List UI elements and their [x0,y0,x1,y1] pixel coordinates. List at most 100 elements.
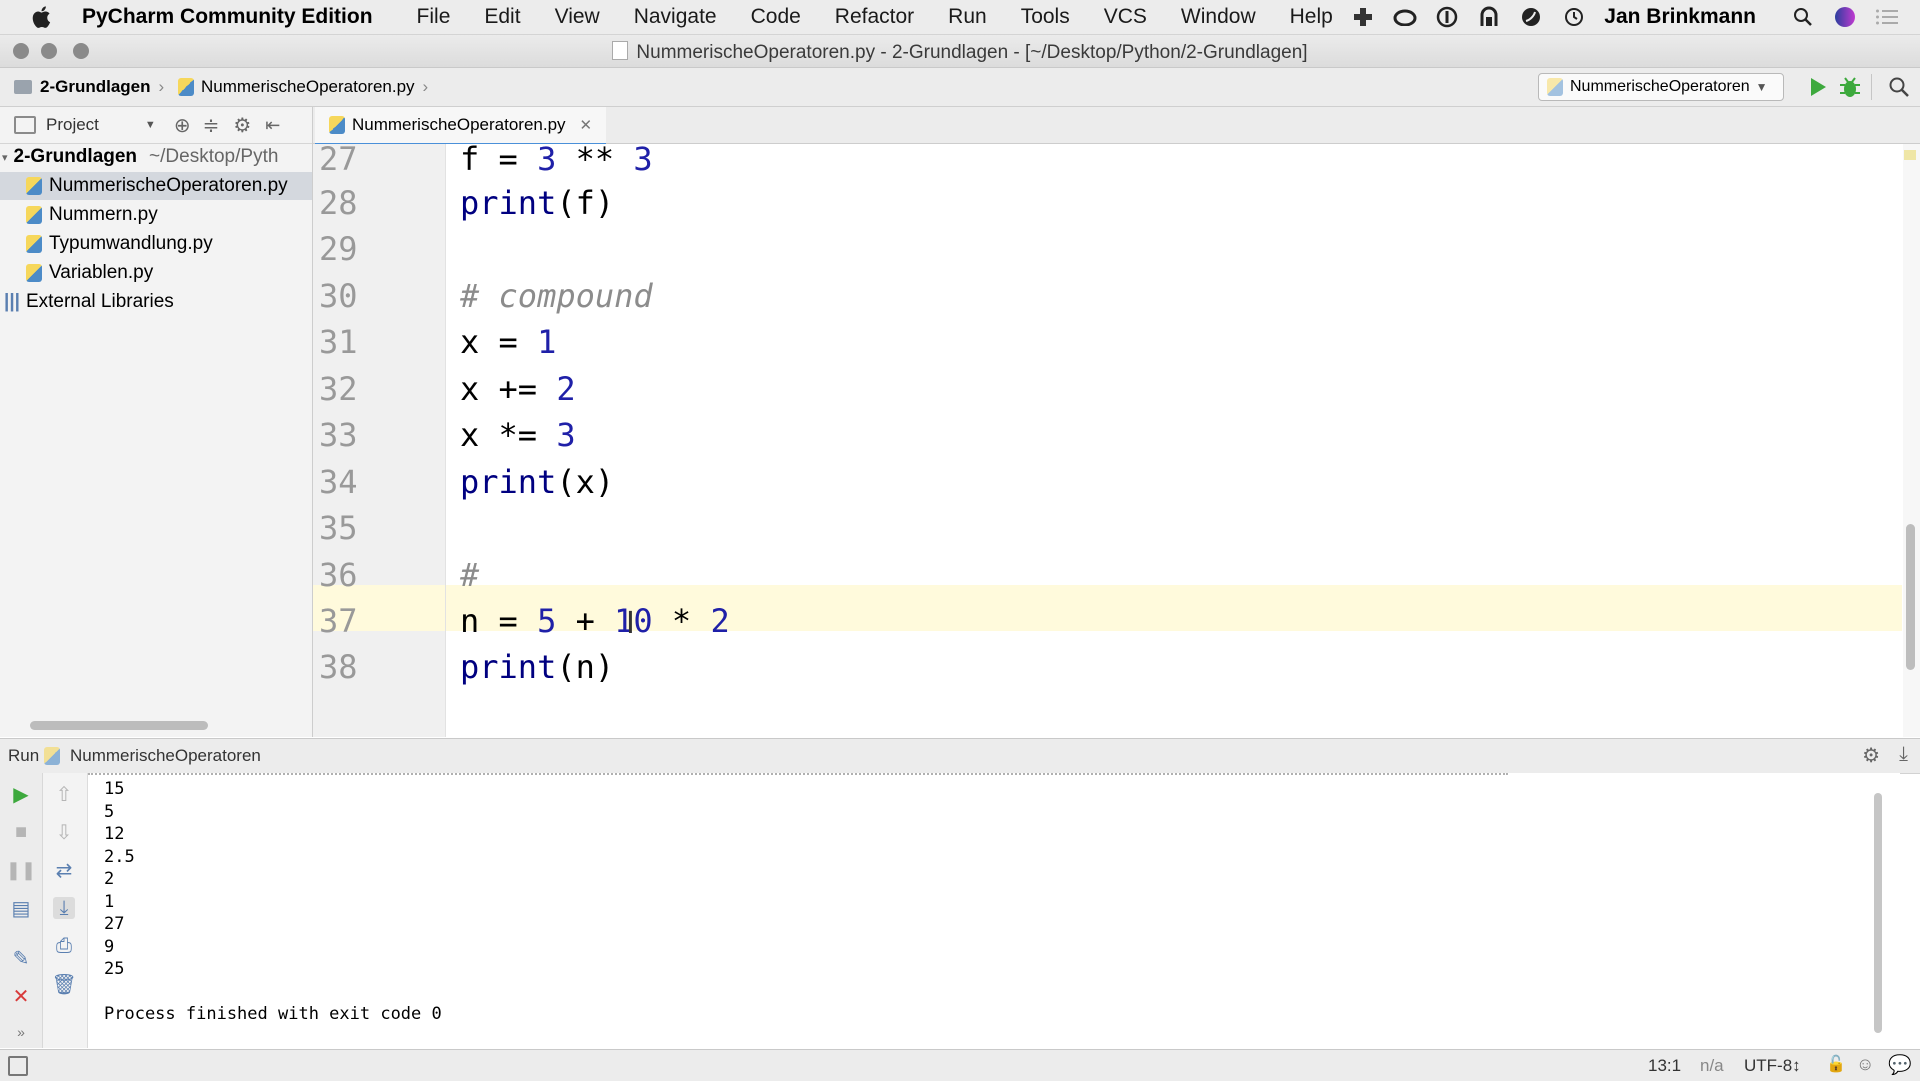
menu-navigate[interactable]: Navigate [634,5,717,29]
navigation-bar: 2-Grundlagen › NummerischeOperatoren.py … [0,68,1920,107]
warning-marker[interactable] [1904,150,1916,160]
tool-windows-icon[interactable] [8,1056,28,1076]
chevron-down-icon[interactable]: ▼ [145,119,156,131]
menu-file[interactable]: File [417,5,451,29]
inspector-icon[interactable]: ☺ [1856,1054,1874,1075]
chevron-down-icon[interactable]: ▾ [2,151,8,164]
tree-file-item[interactable]: Variablen.py [0,259,153,287]
caret-position[interactable]: 13:1 [1648,1056,1681,1076]
scrollbar-thumb[interactable] [1906,524,1915,670]
run-config-tab[interactable]: NummerischeOperatoren [70,746,261,766]
code-line[interactable]: x = 1 [460,323,556,361]
hide-panel-icon[interactable]: ⤓ [1899,743,1908,766]
stop-icon[interactable]: ■ [10,821,32,843]
code-line[interactable]: print(f) [460,184,614,222]
menu-run[interactable]: Run [948,5,987,29]
close-tab-icon[interactable]: ✕ [580,116,593,134]
file-encoding[interactable]: UTF-8↕ [1744,1056,1801,1076]
window-title: NummerischeOperatoren.py - 2-Grundlagen … [0,41,1920,64]
menu-code[interactable]: Code [751,5,801,29]
status-bar: 13:1 n/a UTF-8↕ 🔓 ☺ 💬 [0,1049,1920,1081]
plugin-icon[interactable] [1350,5,1376,29]
search-everywhere-icon[interactable] [1888,76,1910,98]
event-log-icon[interactable]: 💬 [1888,1053,1912,1077]
backup-icon[interactable] [1476,5,1502,29]
line-number: 27 [319,144,358,178]
soft-wrap-icon[interactable]: ⇄ [53,859,75,882]
settings-gear-icon[interactable]: ⚙ [1862,743,1880,768]
code-line[interactable]: x *= 3 [460,416,576,454]
time-machine-icon[interactable] [1560,5,1586,29]
menu-window[interactable]: Window [1181,5,1256,29]
line-number: 34 [319,463,358,501]
line-separator-status[interactable]: n/a [1700,1056,1724,1076]
menu-view[interactable]: View [555,5,600,29]
line-number: 32 [319,370,358,408]
menu-edit[interactable]: Edit [484,5,520,29]
hide-panel-icon[interactable]: ⇤ [265,115,280,136]
menu-help[interactable]: Help [1290,5,1333,29]
close-run-icon[interactable]: ✕ [10,985,32,1008]
print-icon[interactable]: ⎙ [53,935,75,957]
code-editor[interactable]: f = 3 ** 3 print(f) # compound x = 1 x +… [446,144,1902,737]
menu-refactor[interactable]: Refactor [835,5,914,29]
code-line[interactable]: # [460,556,479,594]
settings-gear-icon[interactable]: ⚙ [233,113,251,138]
pause-icon[interactable]: ❚❚ [6,859,36,881]
run-console[interactable]: 15 5 12 2.5 2 1 27 9 25 Process finished… [88,773,1900,1048]
project-view-select[interactable]: Project [46,115,99,135]
project-tool-window: Project ▼ ⊕ ≑ ⚙ ⇤ ▾ 2-Grundlagen ~/Deskt… [0,107,313,737]
scroll-to-end-icon[interactable]: ⤓ [53,897,75,919]
siri-icon[interactable] [1832,5,1858,29]
user-name[interactable]: Jan Brinkmann [1604,5,1756,29]
python-file-icon [26,206,42,224]
horizontal-scrollbar[interactable] [30,721,208,730]
line-number: 30 [319,277,358,315]
tree-file-item[interactable]: Nummern.py [0,201,158,229]
restore-layout-icon[interactable]: ▤ [10,897,32,920]
pin-tab-icon[interactable]: ✎ [10,947,32,970]
editor-scrollbar[interactable] [1903,144,1920,737]
spotlight-search-icon[interactable] [1790,5,1816,29]
tree-file-item[interactable]: NummerischeOperatoren.py [0,172,312,200]
code-line[interactable]: print(x) [460,463,614,501]
leaf-app-icon[interactable] [1518,5,1544,29]
run-configuration-select[interactable]: NummerischeOperatoren ▼ [1538,73,1784,101]
clear-all-icon[interactable]: 🗑 [51,973,76,996]
debug-icon[interactable] [1838,75,1862,99]
line-number: 31 [319,323,358,361]
console-scrollbar[interactable] [1874,793,1882,1033]
app-name-menu[interactable]: PyCharm Community Edition [82,5,373,29]
tree-external-libraries[interactable]: ||| External Libraries [0,288,174,316]
notification-center-icon[interactable] [1874,5,1900,29]
run-icon[interactable] [1808,76,1828,98]
menu-vcs[interactable]: VCS [1104,5,1147,29]
python-file-icon [26,235,42,253]
code-line[interactable]: n = 5 + 10 * 2 [460,602,730,640]
breadcrumb-folder[interactable]: 2-Grundlagen › [14,77,164,97]
lock-icon[interactable]: 🔓 [1826,1054,1846,1074]
rerun-icon[interactable]: ▶ [10,783,32,806]
more-actions-icon[interactable]: » [10,1021,32,1043]
console-output-line: 27 [104,914,125,934]
menu-tools[interactable]: Tools [1021,5,1070,29]
creative-cloud-icon[interactable] [1392,5,1418,29]
tree-file-item[interactable]: Typumwandlung.py [0,230,213,258]
arrow-down-icon[interactable]: ⇩ [53,821,75,844]
arrow-up-icon[interactable]: ⇧ [53,783,75,806]
python-file-icon [1547,78,1563,96]
breadcrumb-file[interactable]: NummerischeOperatoren.py › [178,77,428,97]
console-output-line: 1 [104,892,115,912]
apple-icon[interactable] [28,3,56,31]
collapse-all-icon[interactable]: ≑ [203,113,220,138]
scroll-from-source-icon[interactable]: ⊕ [174,113,191,138]
code-line[interactable]: f = 3 ** 3 [460,144,653,178]
code-line[interactable]: x += 2 [460,370,576,408]
code-line[interactable]: # compound [460,277,653,315]
line-number: 33 [319,416,358,454]
editor-tab-active[interactable]: NummerischeOperatoren.py ✕ [315,107,607,146]
library-icon: ||| [4,291,20,312]
tree-root-project[interactable]: ▾ 2-Grundlagen ~/Desktop/Pyth [0,143,278,171]
code-line[interactable]: print(n) [460,648,614,686]
password-manager-icon[interactable] [1434,5,1460,29]
